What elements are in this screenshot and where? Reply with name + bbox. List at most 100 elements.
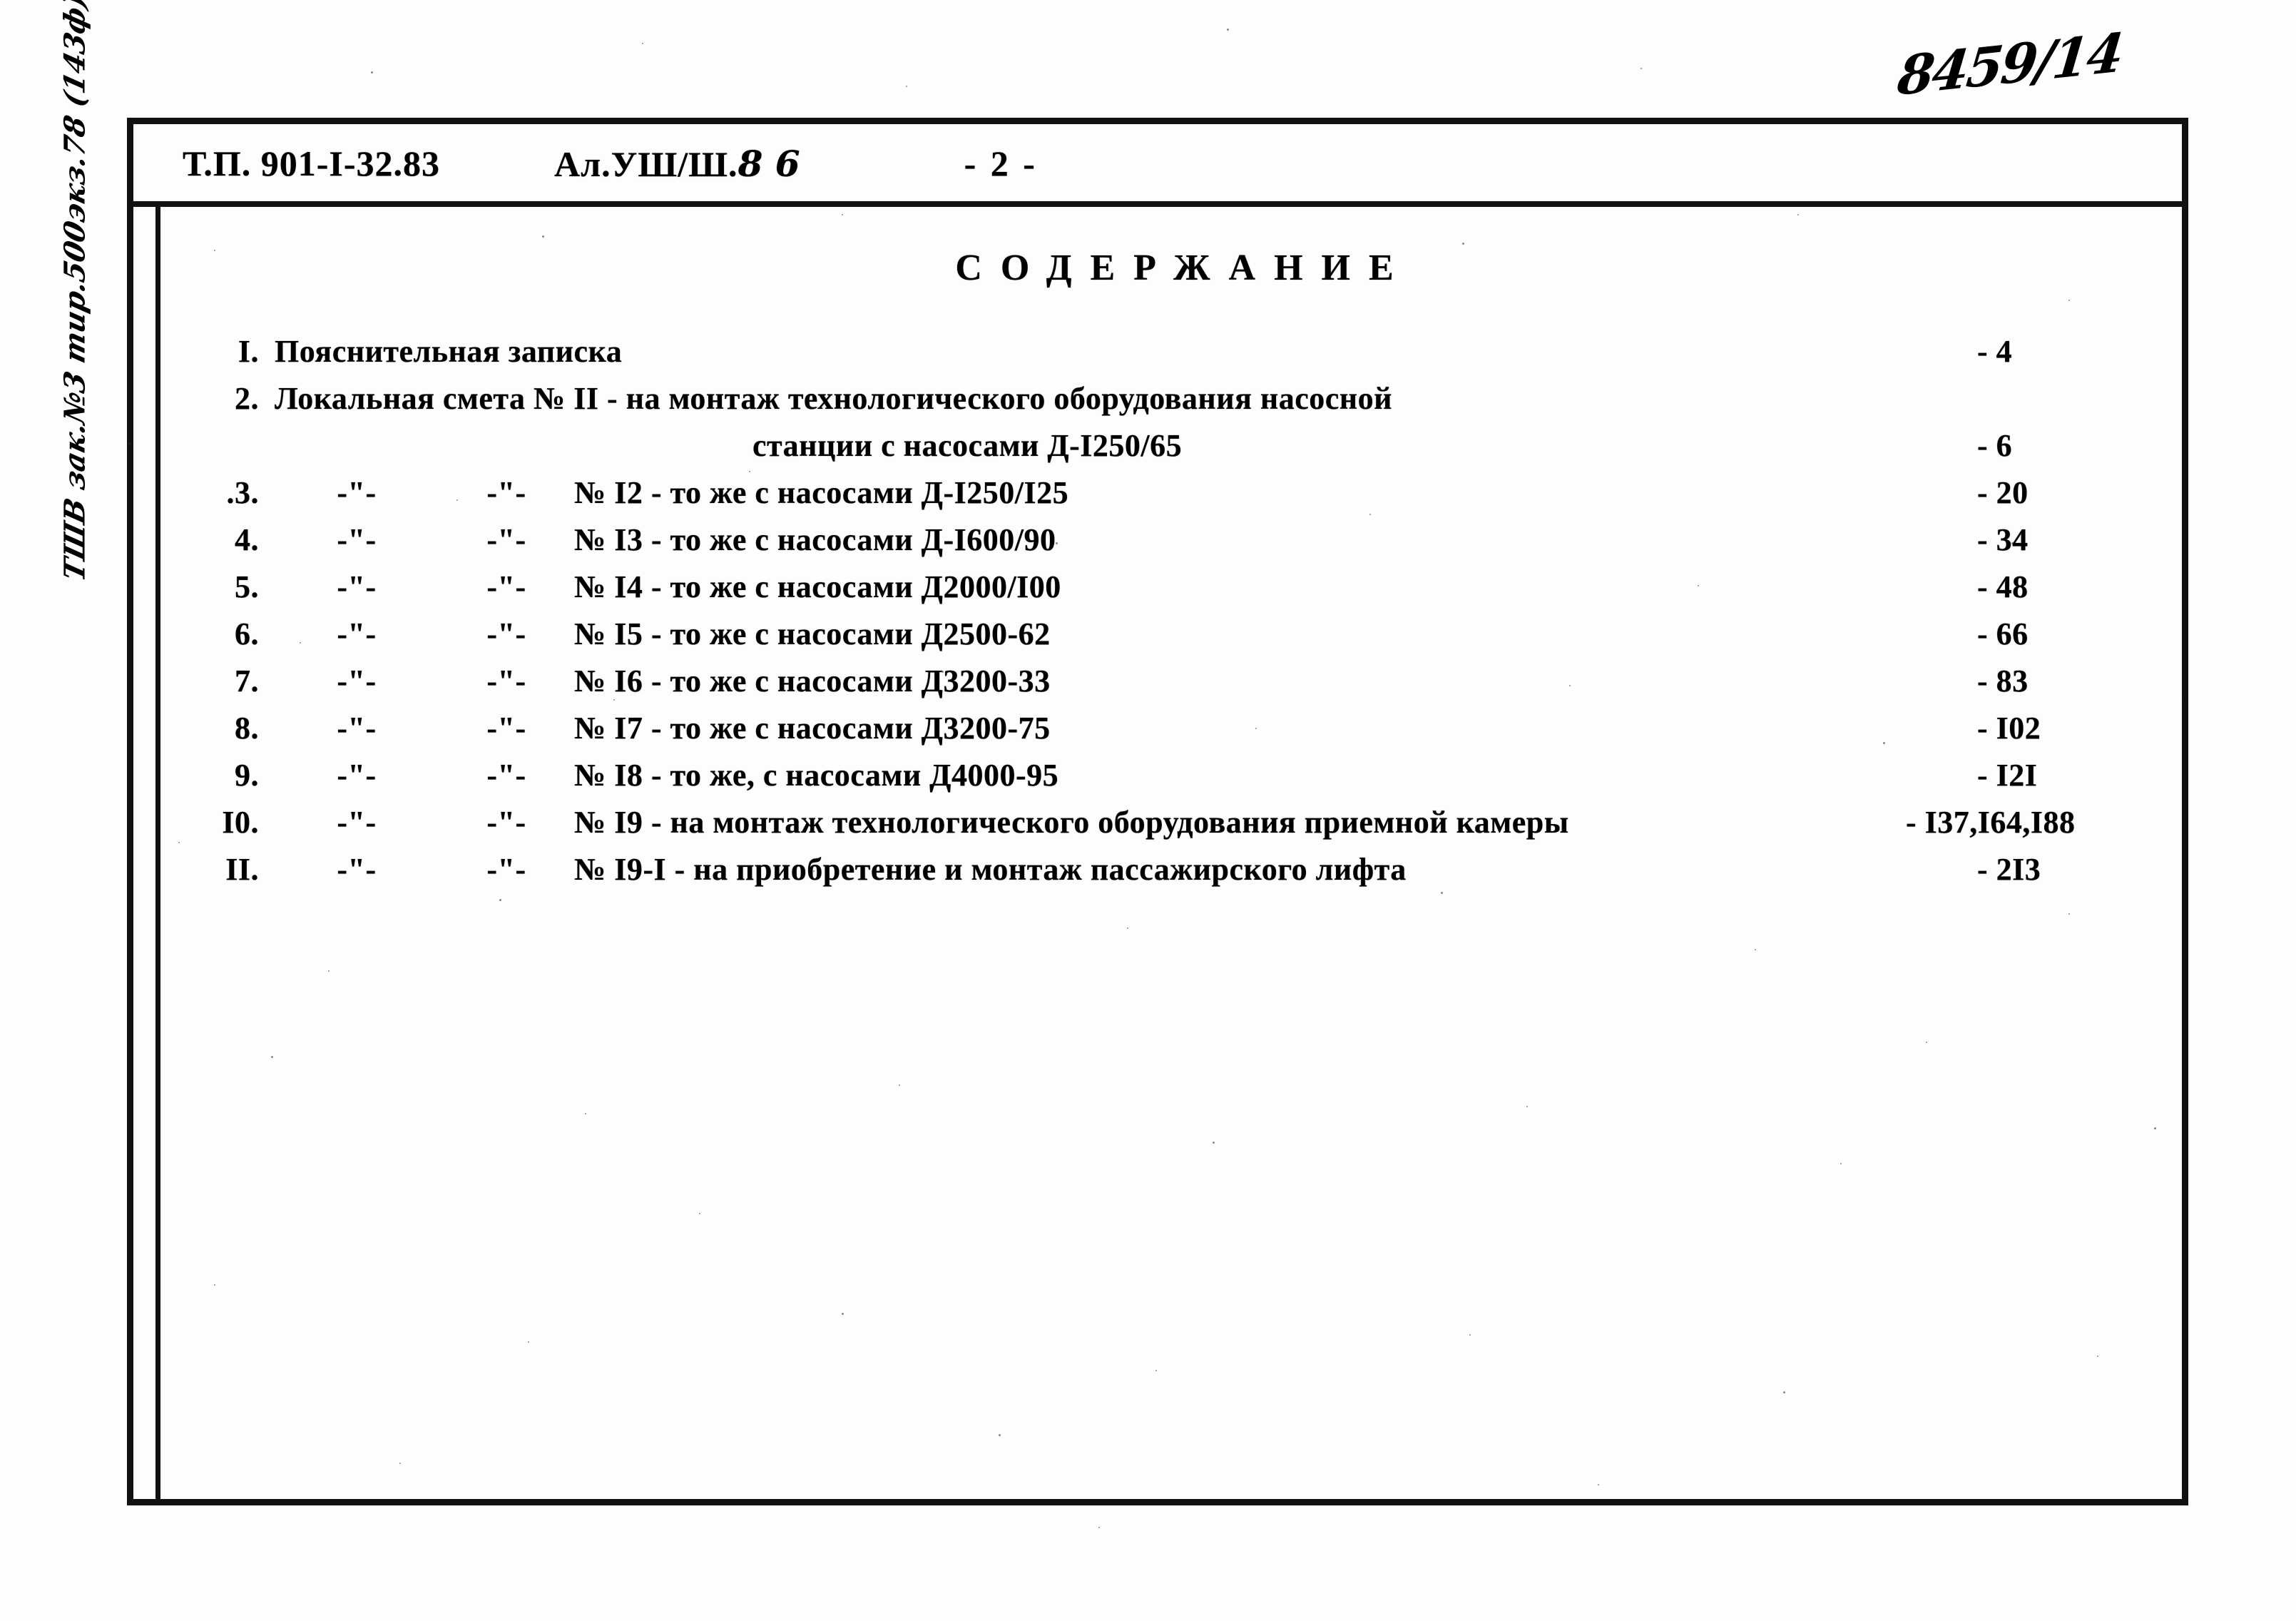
scan-speck [456, 499, 458, 501]
toc-row-description: № I9 - на монтаж технологического оборуд… [574, 805, 1569, 840]
toc-row-description: № I7 - то же с насосами Д3200-75 [574, 711, 1051, 746]
toc-row-ditto-secondary: -"- [486, 522, 526, 557]
scan-speck [2097, 1356, 2098, 1357]
toc-row-description: Локальная смета № II - на монтаж техноло… [275, 381, 1393, 416]
scan-speck [749, 471, 750, 472]
toc-row-page-number: - 6 [1977, 428, 2013, 463]
scan-speck [214, 1284, 215, 1286]
page-header: Т.П. 901-I-32.83 Ал.УШ/Ш.8 6 - 2 - [127, 126, 2188, 201]
toc-row-page-number: - 4 [1977, 334, 2013, 369]
toc-row-ditto-secondary: -"- [486, 616, 526, 651]
scan-speck [1227, 29, 1229, 31]
scan-speck [399, 1463, 401, 1464]
scan-speck [1155, 1370, 1157, 1371]
scanned-document-page: 8459/14 ТШВ зак.№3 тир.500экз.78 (143ф) … [0, 0, 2296, 1621]
scan-speck [2011, 542, 2014, 544]
scan-speck [128, 442, 131, 444]
toc-row-number: 6. [235, 616, 259, 651]
toc-row-number: .3. [226, 475, 259, 510]
scan-speck [1255, 728, 1257, 729]
page-title: СОДЕРЖАНИЕ [955, 248, 1412, 288]
toc-row-description: № I8 - то же, с насосами Д4000-95 [574, 758, 1059, 793]
scan-speck [1840, 1163, 1842, 1164]
table-of-contents-list: I. Пояснительная записка - 4 2. Локальная см… [160, 333, 2188, 898]
toc-row-ditto-secondary: -"- [486, 758, 526, 793]
left-gutter-rule [155, 201, 160, 1505]
toc-row-number: 5. [235, 569, 259, 604]
scan-speck [906, 86, 907, 87]
toc-row-page-number: - 66 [1977, 616, 2029, 651]
handwritten-reference-number: 8459/14 [1894, 21, 2125, 108]
scan-speck [1441, 892, 1443, 894]
toc-row-number: 7. [235, 664, 259, 698]
toc-row-ditto-secondary: -"- [486, 711, 526, 746]
scan-speck [813, 870, 815, 872]
scan-speck [1698, 585, 1699, 586]
header-divider-rule [127, 201, 2188, 207]
scan-speck [2068, 300, 2070, 301]
toc-row-ditto-primary: -"- [337, 758, 377, 793]
toc-row-number: 9. [235, 758, 259, 793]
scan-speck [371, 71, 373, 73]
toc-row-description: № I9-I - на приобретение и монтаж пассаж… [574, 852, 1407, 887]
scan-speck [842, 214, 843, 215]
toc-row-page-number: - 34 [1977, 522, 2029, 557]
scan-speck [585, 1113, 586, 1114]
toc-row-number: 8. [235, 711, 259, 746]
toc-row-page-number: - 20 [1977, 475, 2029, 510]
toc-row-page-number: - I2I [1977, 758, 2038, 793]
scan-speck [1098, 1527, 1100, 1528]
scan-speck [699, 1213, 700, 1214]
scan-speck [1213, 1142, 1215, 1144]
toc-row-number: I. [238, 334, 259, 369]
toc-row: 5. -"- -"- № I4 - то же с насосами Д2000/I0… [160, 569, 2188, 616]
page-number-marker: - 2 - [964, 143, 1038, 183]
scan-speck [2154, 1127, 2156, 1129]
toc-row-ditto-primary: -"- [337, 852, 377, 887]
toc-row-ditto-primary: -"- [337, 711, 377, 746]
toc-row: I0. -"- -"- № I9 - на монтаж технологическо… [160, 804, 2188, 851]
scan-speck [271, 1056, 273, 1058]
scan-speck [178, 842, 180, 843]
scan-speck [2183, 699, 2184, 701]
toc-row-ditto-primary: -"- [337, 664, 377, 698]
toc-row-description: № I4 - то же с насосами Д2000/I00 [574, 569, 1061, 604]
toc-continuation-text: станции с насосами Д-I250/65 [752, 428, 1183, 463]
toc-row: 2. Локальная смета № II - на монтаж техно… [160, 380, 2188, 427]
toc-row: II. -"- -"- № I9-I - на приобретение и монт… [160, 851, 2188, 898]
scan-speck [542, 235, 544, 238]
toc-row-continuation: станции с насосами Д-I250/65 - 6 [160, 427, 2188, 474]
toc-row-number: 2. [235, 381, 259, 416]
toc-row: 8. -"- -"- № I7 - то же с насосами Д3200-75… [160, 710, 2188, 757]
scan-speck [999, 1434, 1001, 1436]
scan-speck [1056, 542, 1058, 544]
scan-speck [942, 671, 944, 673]
toc-row-page-number: - 83 [1977, 664, 2029, 698]
scan-speck [613, 699, 615, 701]
toc-row: I. Пояснительная записка - 4 [160, 333, 2188, 380]
toc-row: .3. -"- -"- № I2 - то же с насосами Д-I250/… [160, 474, 2188, 522]
toc-row-ditto-secondary: -"- [486, 664, 526, 698]
toc-row: 6. -"- -"- № I5 - то же с насосами Д2500-62… [160, 616, 2188, 663]
toc-row-ditto-secondary: -"- [486, 569, 526, 604]
scan-speck [1797, 214, 1799, 215]
toc-row-ditto-primary: -"- [337, 475, 377, 510]
handwritten-margin-note-text: ТШВ зак.№3 тир.500экз.78 (143ф) [58, 0, 92, 585]
toc-row: 7. -"- -"- № I6 - то же с насосами Д3200-33… [160, 663, 2188, 710]
scan-speck [1127, 928, 1128, 929]
scan-speck [2068, 913, 2070, 915]
album-designation: Ал.УШ/Ш.8 6 [554, 143, 800, 185]
scan-speck [1926, 1042, 1927, 1043]
scan-speck [1469, 1334, 1471, 1336]
toc-row-description: № I2 - то же с насосами Д-I250/I25 [574, 475, 1069, 510]
toc-row-ditto-primary: -"- [337, 616, 377, 651]
document-body: СОДЕРЖАНИЕ I. Пояснительная записка - 4 2. Л… [160, 207, 2188, 1505]
scan-speck [1598, 1484, 1599, 1485]
scan-speck [1755, 949, 1756, 950]
scan-speck [1462, 243, 1464, 245]
toc-row-ditto-secondary: -"- [486, 805, 526, 840]
scan-speck [499, 899, 501, 901]
handwritten-margin-note: ТШВ зак.№3 тир.500экз.78 (143ф) [58, 0, 92, 584]
toc-row-page-number: - 48 [1977, 569, 2029, 604]
scan-speck [899, 1084, 900, 1086]
